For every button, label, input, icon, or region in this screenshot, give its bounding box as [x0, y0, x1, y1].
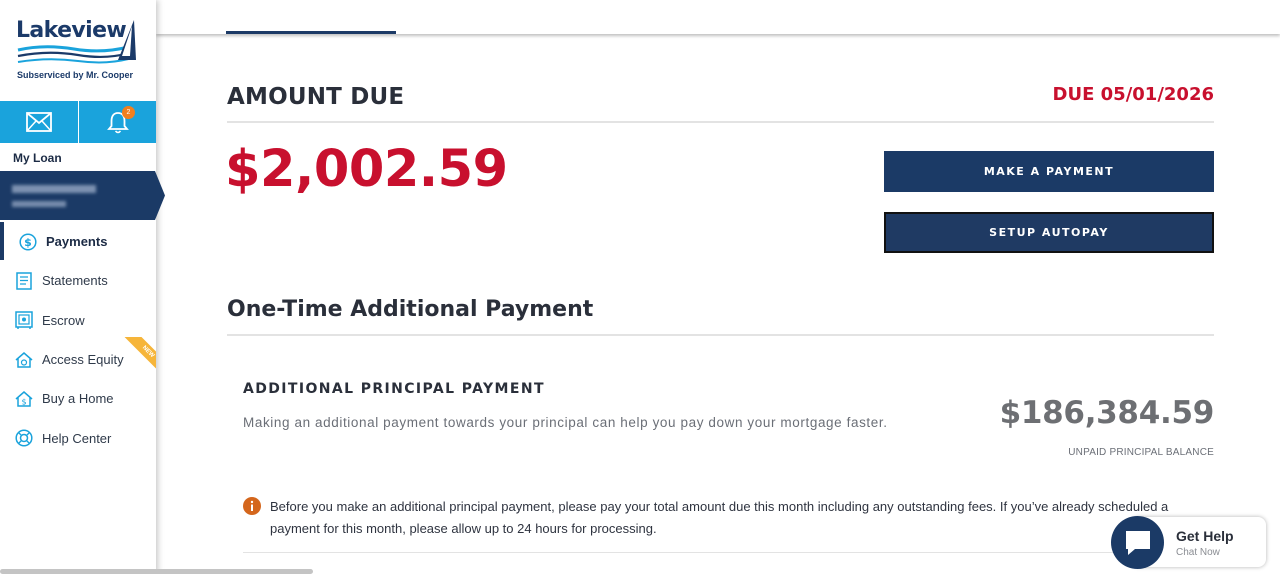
chat-now-label: Chat Now: [1176, 547, 1220, 558]
notice-text: Before you make an additional principal …: [270, 499, 1169, 536]
make-payment-button[interactable]: MAKE A PAYMENT: [884, 151, 1214, 192]
horizontal-scrollbar[interactable]: [0, 569, 313, 574]
sidebar-item-label: Help Center: [42, 430, 112, 446]
divider: [243, 552, 1214, 553]
home-dollar-icon: $: [14, 389, 34, 409]
dollar-circle-icon: $: [18, 232, 38, 252]
logo-subtitle: Subserviced by Mr. Cooper: [17, 70, 134, 80]
get-help-chat-widget[interactable]: Get Help Chat Now: [1111, 515, 1266, 569]
sidebar-item-label: Escrow: [42, 312, 85, 328]
quick-actions-bar: 2: [0, 101, 156, 143]
sailboat-logo-icon: [17, 20, 136, 64]
additional-principal-title: ADDITIONAL PRINCIPAL PAYMENT: [243, 381, 545, 397]
divider: [227, 121, 1214, 123]
mail-icon: [26, 112, 52, 132]
sidebar-item-statements[interactable]: Statements: [0, 261, 156, 300]
svg-text:$: $: [24, 236, 32, 249]
loan-city-redacted: [12, 201, 66, 207]
messages-button[interactable]: [0, 101, 78, 143]
svg-text:$: $: [21, 397, 26, 406]
lifebuoy-icon: [14, 428, 34, 448]
sidebar-item-label: Statements: [42, 273, 108, 289]
loan-address-redacted: [12, 185, 96, 193]
home-refresh-icon: [14, 350, 34, 370]
amount-due-title: AMOUNT DUE: [227, 84, 405, 110]
additional-principal-description: Making an additional payment towards you…: [243, 415, 888, 430]
chat-bubble-icon: [1125, 530, 1150, 555]
due-date: DUE 05/01/2026: [1052, 84, 1214, 105]
unpaid-principal-balance-label: UNPAID PRINCIPAL BALANCE: [1068, 447, 1214, 458]
lakeview-logo[interactable]: Lakeview Subserviced by Mr. Cooper: [14, 16, 144, 86]
notifications-button[interactable]: 2: [78, 101, 156, 143]
notification-count-badge: 2: [122, 106, 135, 119]
new-ribbon-badge: NEW: [119, 337, 156, 374]
setup-autopay-button[interactable]: SETUP AUTOPAY: [884, 212, 1214, 253]
sidebar-item-payments[interactable]: $ Payments: [0, 222, 156, 261]
my-loan-label: My Loan: [13, 151, 62, 165]
top-tab-bar: [156, 0, 1280, 34]
sidebar-item-help-center[interactable]: Help Center: [0, 418, 156, 457]
get-help-title: Get Help: [1176, 528, 1234, 544]
info-icon: [243, 497, 261, 515]
principal-payment-notice: Before you make an additional principal …: [243, 496, 1173, 539]
divider: [227, 334, 1214, 336]
new-ribbon-text: NEW: [124, 337, 156, 374]
unpaid-principal-balance: $186,384.59: [999, 395, 1215, 431]
document-icon: [14, 271, 34, 291]
safe-icon: [14, 310, 34, 330]
loan-selector[interactable]: [0, 171, 165, 220]
sidebar-item-label: Access Equity: [42, 352, 124, 368]
loan-card-background: [0, 171, 165, 220]
one-time-payment-title: One-Time Additional Payment: [227, 297, 594, 322]
sidebar-item-buy-a-home[interactable]: $ Buy a Home: [0, 379, 156, 418]
active-tab-indicator: [226, 31, 396, 34]
chat-bubble-button[interactable]: [1111, 516, 1164, 569]
sidebar-item-label: Payments: [46, 234, 108, 250]
sidebar-item-label: Buy a Home: [42, 391, 114, 407]
sidebar-item-escrow[interactable]: Escrow: [0, 301, 156, 340]
amount-due-value: $2,002.59: [225, 140, 508, 199]
sidebar: Lakeview Subserviced by Mr. Cooper 2 My: [0, 0, 165, 574]
